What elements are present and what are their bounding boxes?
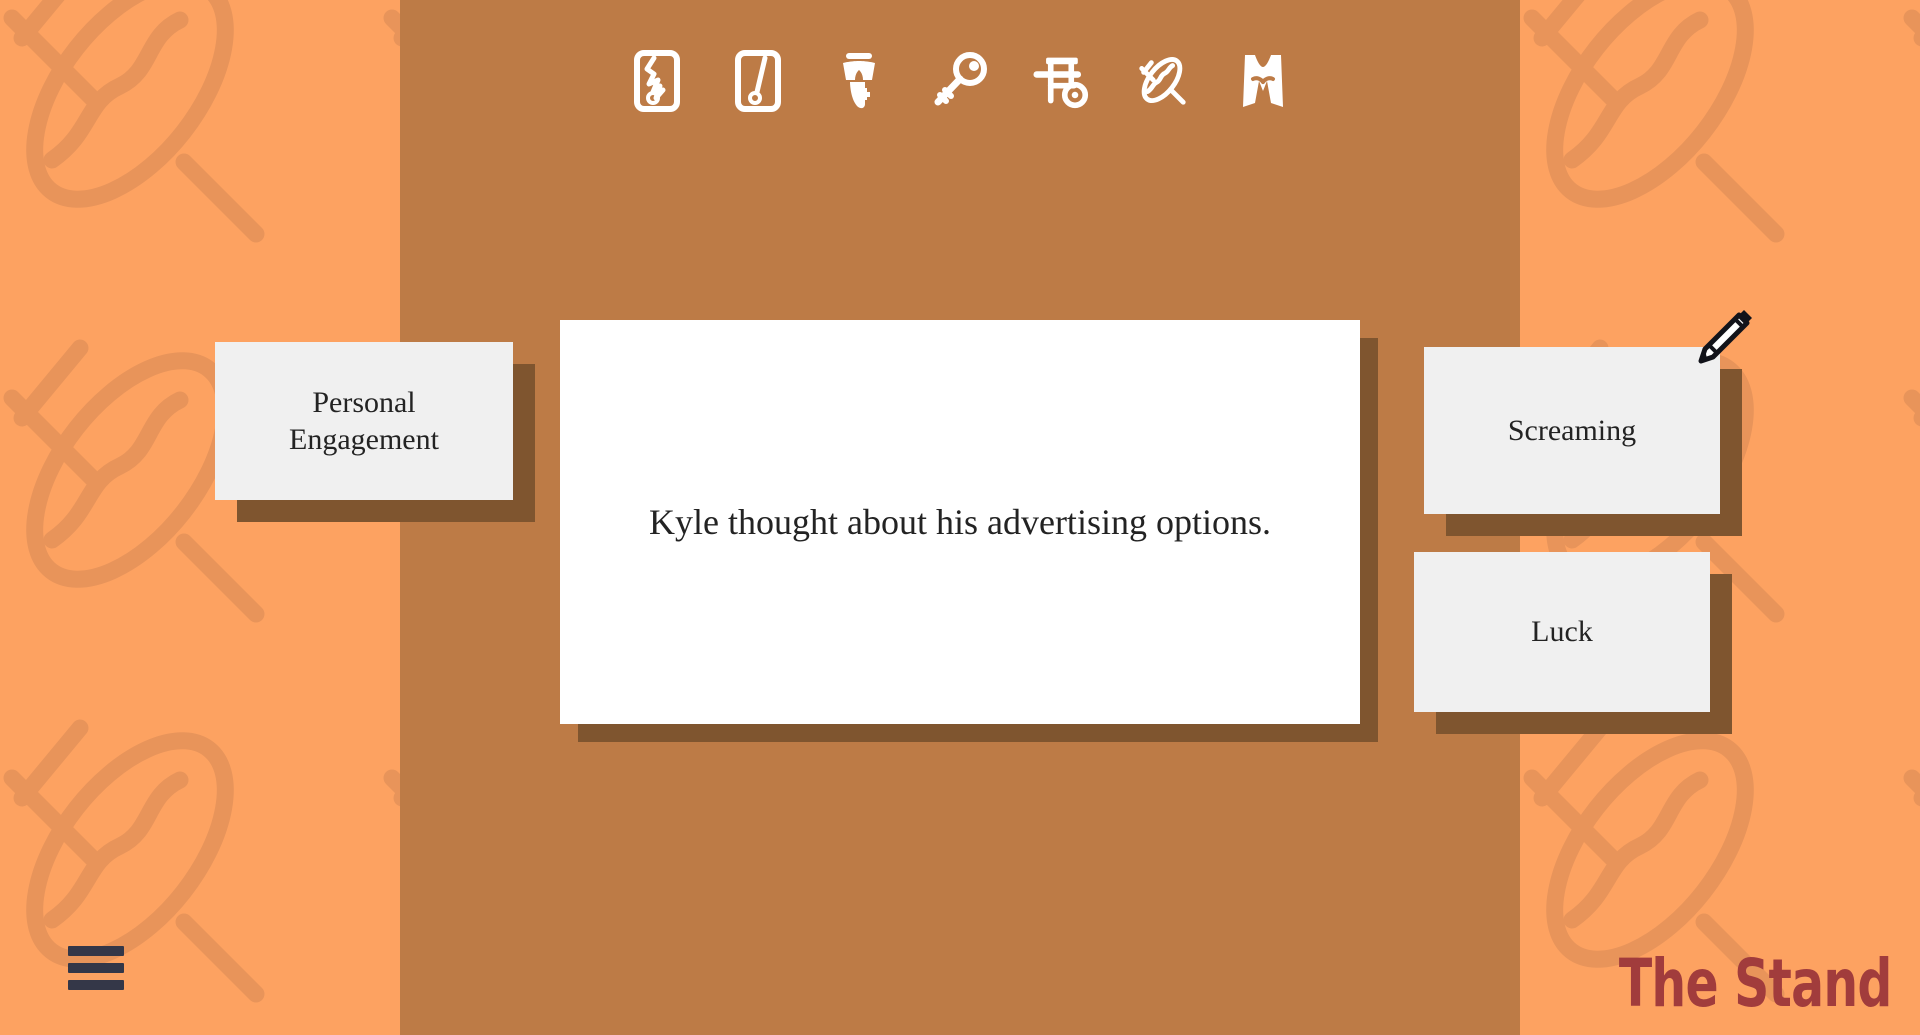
hamburger-bar xyxy=(68,946,124,956)
cart-icon[interactable] xyxy=(1033,45,1089,117)
option-card-face[interactable]: Screaming xyxy=(1424,347,1720,514)
toolbar-icon-row xyxy=(400,40,1520,122)
tablet-icon[interactable] xyxy=(730,45,786,117)
game-screen: Kyle thought about his advertising optio… xyxy=(0,0,1920,1035)
option-card-label: Personal Engagement xyxy=(289,385,439,457)
vest-icon[interactable] xyxy=(1235,45,1291,117)
option-card-personal-engagement[interactable]: Personal Engagement xyxy=(215,342,535,522)
hamburger-menu[interactable] xyxy=(68,946,124,990)
helmet-mask-icon[interactable] xyxy=(831,45,887,117)
cracked-tablet-icon[interactable] xyxy=(629,45,685,117)
key-icon[interactable] xyxy=(932,45,988,117)
option-card-luck[interactable]: Luck xyxy=(1414,552,1732,734)
rope-lasso-icon[interactable] xyxy=(1134,45,1190,117)
prompt-text: Kyle thought about his advertising optio… xyxy=(649,501,1271,542)
option-card-screaming[interactable]: Screaming xyxy=(1424,347,1742,536)
option-card-face[interactable]: Personal Engagement xyxy=(215,342,513,500)
option-card-label: Screaming xyxy=(1507,413,1637,447)
prompt-card-face: Kyle thought about his advertising optio… xyxy=(560,320,1360,724)
option-card-face[interactable]: Luck xyxy=(1414,552,1710,712)
prompt-card: Kyle thought about his advertising optio… xyxy=(560,320,1378,742)
hamburger-bar xyxy=(68,963,124,973)
hamburger-bar xyxy=(68,980,124,990)
brand-logo: The Stand xyxy=(1619,945,1893,1022)
option-card-label: Luck xyxy=(1531,615,1593,649)
